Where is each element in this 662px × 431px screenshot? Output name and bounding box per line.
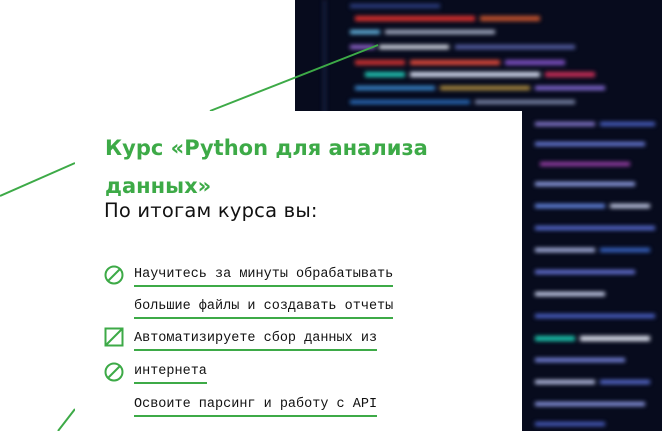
benefit-2-line-2: интернета bbox=[134, 362, 207, 384]
benefit-2-line-1-text: Автоматизируете сбор данных из bbox=[134, 331, 378, 346]
benefit-1-line-2: большие файлы и создавать отчеты bbox=[134, 297, 394, 319]
benefit-1-line-1: Научитесь за минуты обрабатывать bbox=[134, 265, 394, 287]
benefit-1-line-1-text: Научитесь за минуты обрабатывать bbox=[134, 267, 394, 282]
benefit-2-line-1: Автоматизируете сбор данных из bbox=[134, 329, 378, 351]
crossed-square-icon bbox=[104, 327, 124, 347]
benefit-3-line-1-underline bbox=[134, 415, 378, 417]
course-card: Курс «Python для анализа данных» По итог… bbox=[75, 111, 522, 431]
benefit-3-line-1-text: Освоите парсинг и работу с API bbox=[134, 397, 378, 412]
no-entry-circle-icon bbox=[104, 362, 124, 382]
course-title: Курс «Python для анализа данных» bbox=[105, 136, 428, 198]
no-entry-circle-icon bbox=[104, 265, 124, 285]
benefit-2-line-1-underline bbox=[134, 349, 378, 351]
benefit-3-line-1: Освоите парсинг и работу с API bbox=[134, 395, 378, 417]
benefit-1-line-2-text: большие файлы и создавать отчеты bbox=[134, 299, 394, 314]
benefit-2-line-2-text: интернета bbox=[134, 364, 207, 379]
benefit-1-line-2-underline bbox=[134, 317, 394, 319]
benefit-1-line-1-underline bbox=[134, 285, 394, 287]
course-subtitle: По итогам курса вы: bbox=[104, 199, 318, 222]
benefit-2-line-2-underline bbox=[134, 382, 207, 384]
